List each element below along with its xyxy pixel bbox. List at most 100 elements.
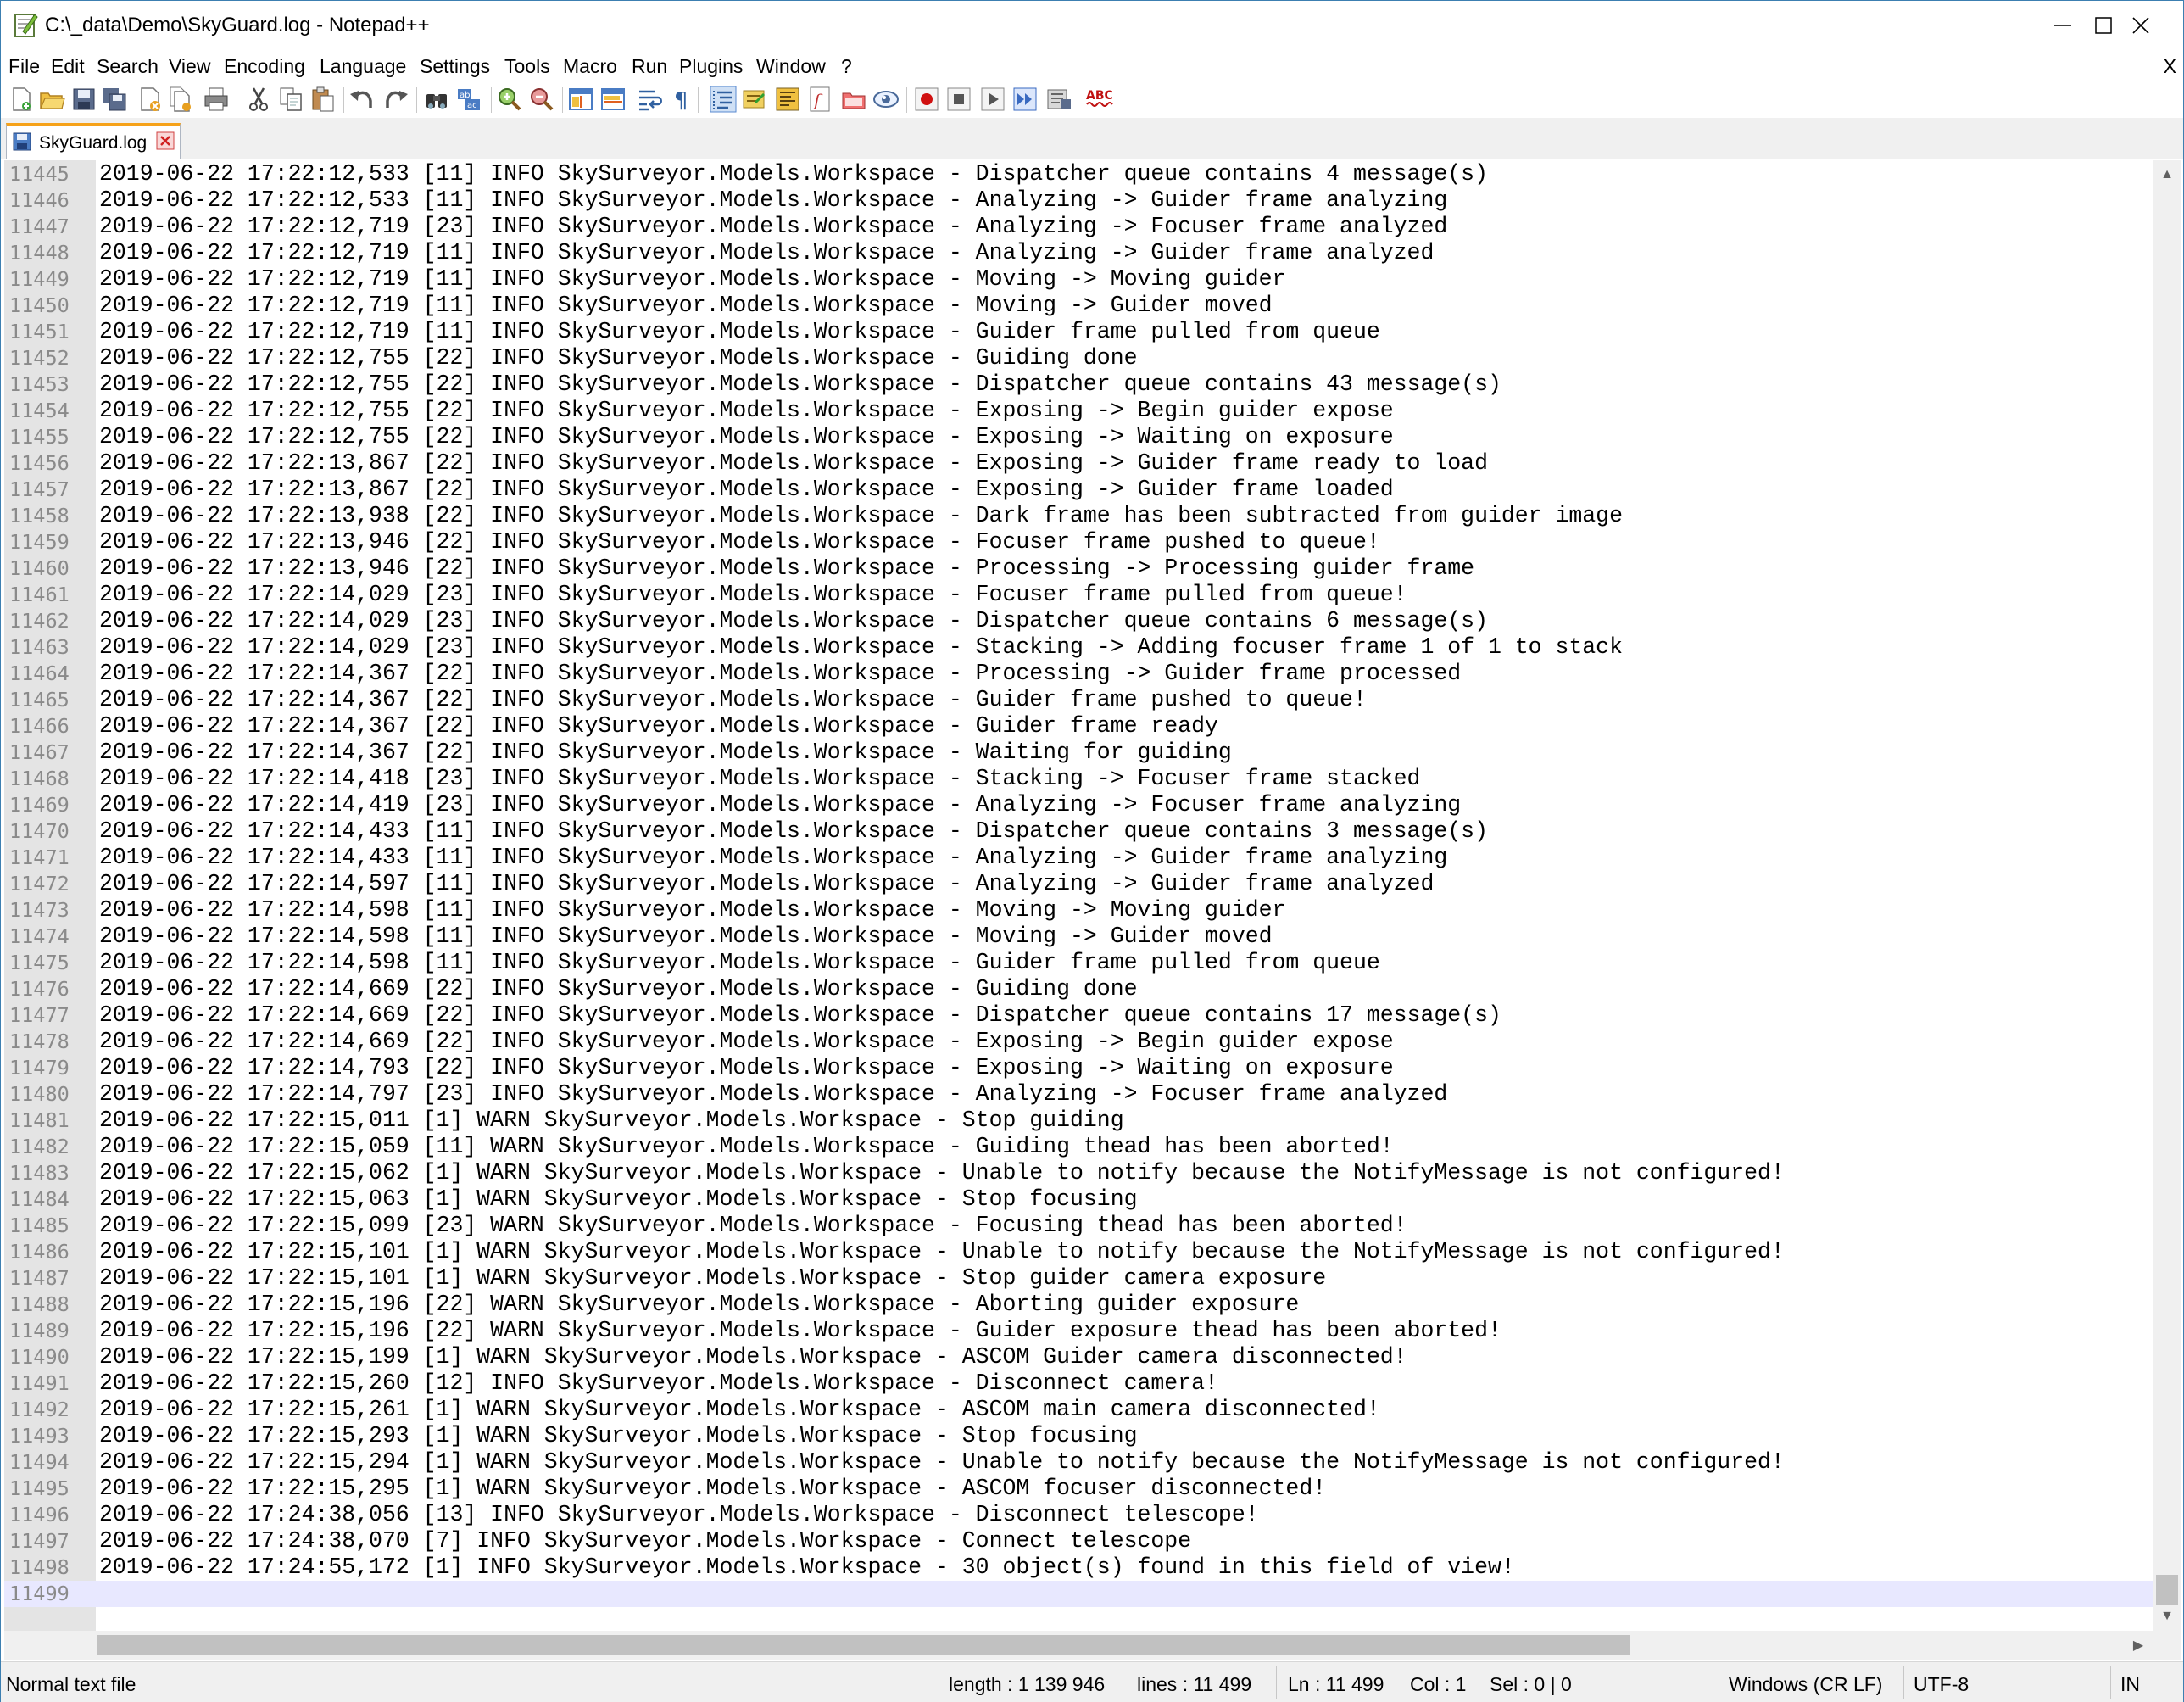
editor-line[interactable]: 11477 2019-06-22 17:22:14,669 [22] INFO S… xyxy=(4,1002,2153,1029)
line-text[interactable]: 2019-06-22 17:22:13,946 [22] INFO SkySur… xyxy=(99,556,1474,581)
vertical-scrollbar[interactable]: ▲ ▼ xyxy=(2153,160,2181,1631)
editor-line[interactable]: 11447 2019-06-22 17:22:12,719 [23] INFO S… xyxy=(4,214,2153,240)
line-text[interactable]: 2019-06-22 17:22:15,059 [11] WARN SkySur… xyxy=(99,1135,1394,1159)
editor-line[interactable]: 11462 2019-06-22 17:22:14,029 [23] INFO S… xyxy=(4,608,2153,634)
vertical-scroll-thumb[interactable] xyxy=(2156,1575,2178,1605)
line-text[interactable]: 2019-06-22 17:22:14,597 [11] INFO SkySur… xyxy=(99,872,1434,896)
line-text[interactable]: 2019-06-22 17:22:14,367 [22] INFO SkySur… xyxy=(99,688,1367,712)
redo-icon[interactable] xyxy=(382,86,410,113)
line-text[interactable]: 2019-06-22 17:24:55,172 [1] INFO SkySurv… xyxy=(99,1555,1515,1580)
line-text[interactable]: 2019-06-22 17:22:14,029 [23] INFO SkySur… xyxy=(99,635,1623,660)
line-text[interactable]: 2019-06-22 17:22:15,101 [1] WARN SkySurv… xyxy=(99,1266,1326,1291)
editor-line[interactable]: 11463 2019-06-22 17:22:14,029 [23] INFO S… xyxy=(4,634,2153,661)
line-text[interactable]: 2019-06-22 17:22:14,367 [22] INFO SkySur… xyxy=(99,661,1461,686)
editor-line[interactable]: 11458 2019-06-22 17:22:13,938 [22] INFO S… xyxy=(4,503,2153,529)
scroll-down-button[interactable]: ▼ xyxy=(2153,1602,2181,1631)
word-wrap-icon[interactable] xyxy=(637,86,664,113)
line-text[interactable]: 2019-06-22 17:22:15,062 [1] WARN SkySurv… xyxy=(99,1161,1785,1186)
editor-line[interactable]: 11482 2019-06-22 17:22:15,059 [11] WARN S… xyxy=(4,1134,2153,1160)
editor-line[interactable]: 11460 2019-06-22 17:22:13,946 [22] INFO S… xyxy=(4,555,2153,582)
editor-line[interactable]: 11479 2019-06-22 17:22:14,793 [22] INFO S… xyxy=(4,1055,2153,1081)
menu-settings[interactable]: Settings xyxy=(420,54,490,78)
line-text[interactable]: 2019-06-22 17:22:15,196 [22] WARN SkySur… xyxy=(99,1292,1299,1317)
editor-line[interactable]: 11452 2019-06-22 17:22:12,755 [22] INFO S… xyxy=(4,345,2153,371)
editor-line[interactable]: 11454 2019-06-22 17:22:12,755 [22] INFO S… xyxy=(4,398,2153,424)
line-text[interactable]: 2019-06-22 17:22:12,719 [11] INFO SkySur… xyxy=(99,241,1434,265)
editor-line[interactable]: 11471 2019-06-22 17:22:14,433 [11] INFO S… xyxy=(4,845,2153,871)
menu-window[interactable]: Window xyxy=(756,54,826,78)
document-map-icon[interactable] xyxy=(774,86,801,113)
editor-line[interactable]: 11489 2019-06-22 17:22:15,196 [22] WARN S… xyxy=(4,1318,2153,1344)
line-text[interactable]: 2019-06-22 17:22:12,719 [11] INFO SkySur… xyxy=(99,293,1273,318)
paste-icon[interactable] xyxy=(309,86,337,113)
editor-line[interactable]: 11468 2019-06-22 17:22:14,418 [23] INFO S… xyxy=(4,766,2153,792)
run-macro-multiple-icon[interactable] xyxy=(1011,86,1039,113)
line-text[interactable]: 2019-06-22 17:22:15,199 [1] WARN SkySurv… xyxy=(99,1345,1407,1370)
menu-help[interactable]: ? xyxy=(841,54,852,78)
sync-vertical-icon[interactable] xyxy=(567,86,594,113)
zoom-in-icon[interactable] xyxy=(496,86,523,113)
editor-line[interactable]: 11487 2019-06-22 17:22:15,101 [1] WARN Sk… xyxy=(4,1265,2153,1292)
editor-line[interactable]: 11499 xyxy=(4,1581,2153,1607)
editor-line[interactable]: 11453 2019-06-22 17:22:12,755 [22] INFO S… xyxy=(4,371,2153,398)
editor-line[interactable]: 11459 2019-06-22 17:22:13,946 [22] INFO S… xyxy=(4,529,2153,555)
replace-icon[interactable]: abac xyxy=(455,86,482,113)
line-text[interactable]: 2019-06-22 17:22:12,719 [11] INFO SkySur… xyxy=(99,320,1380,344)
editor-line[interactable]: 11451 2019-06-22 17:22:12,719 [11] INFO S… xyxy=(4,319,2153,345)
editor-line[interactable]: 11455 2019-06-22 17:22:12,755 [22] INFO S… xyxy=(4,424,2153,450)
undo-icon[interactable] xyxy=(348,86,376,113)
save-macro-icon[interactable] xyxy=(1045,86,1072,113)
editor-line[interactable]: 11478 2019-06-22 17:22:14,669 [22] INFO S… xyxy=(4,1029,2153,1055)
close-document-button[interactable]: X xyxy=(2164,54,2176,78)
horizontal-scrollbar[interactable]: ▶ xyxy=(4,1631,2153,1660)
title-bar[interactable]: C:\_data\Demo\SkyGuard.log - Notepad++ xyxy=(1,1,2183,50)
editor-line[interactable]: 11484 2019-06-22 17:22:15,063 [1] WARN Sk… xyxy=(4,1186,2153,1213)
editor-line[interactable]: 11469 2019-06-22 17:22:14,419 [23] INFO S… xyxy=(4,792,2153,818)
editor-line[interactable]: 11490 2019-06-22 17:22:15,199 [1] WARN Sk… xyxy=(4,1344,2153,1370)
editor-line[interactable]: 11480 2019-06-22 17:22:14,797 [23] INFO S… xyxy=(4,1081,2153,1108)
line-text[interactable]: 2019-06-22 17:22:15,011 [1] WARN SkySurv… xyxy=(99,1108,1124,1133)
save-all-icon[interactable] xyxy=(101,86,128,113)
editor-line[interactable]: 11473 2019-06-22 17:22:14,598 [11] INFO S… xyxy=(4,897,2153,924)
sync-horizontal-icon[interactable] xyxy=(599,86,627,113)
zoom-out-icon[interactable] xyxy=(528,86,555,113)
editor-line[interactable]: 11470 2019-06-22 17:22:14,433 [11] INFO S… xyxy=(4,818,2153,845)
editor-line[interactable]: 11488 2019-06-22 17:22:15,196 [22] WARN S… xyxy=(4,1292,2153,1318)
language-icon[interactable] xyxy=(740,86,767,113)
close-file-icon[interactable] xyxy=(136,86,164,113)
editor-line[interactable]: 11486 2019-06-22 17:22:15,101 [1] WARN Sk… xyxy=(4,1239,2153,1265)
line-text[interactable]: 2019-06-22 17:22:12,755 [22] INFO SkySur… xyxy=(99,399,1394,423)
text-editor[interactable]: 11445 2019-06-22 17:22:12,533 [11] INFO S… xyxy=(4,160,2153,1631)
line-text[interactable]: 2019-06-22 17:22:15,260 [12] INFO SkySur… xyxy=(99,1371,1218,1396)
stop-record-icon[interactable] xyxy=(945,86,972,113)
line-text[interactable]: 2019-06-22 17:22:14,433 [11] INFO SkySur… xyxy=(99,845,1447,870)
print-icon[interactable] xyxy=(203,86,230,113)
editor-line[interactable]: 11457 2019-06-22 17:22:13,867 [22] INFO S… xyxy=(4,477,2153,503)
editor-line[interactable]: 11464 2019-06-22 17:22:14,367 [22] INFO S… xyxy=(4,661,2153,687)
record-macro-icon[interactable] xyxy=(913,86,940,113)
line-text[interactable]: 2019-06-22 17:22:12,755 [22] INFO SkySur… xyxy=(99,372,1502,397)
play-macro-icon[interactable] xyxy=(979,86,1006,113)
status-insert-mode[interactable]: IN xyxy=(2120,1672,2140,1696)
line-text[interactable]: 2019-06-22 17:22:12,533 [11] INFO SkySur… xyxy=(99,188,1447,213)
editor-line[interactable]: 11472 2019-06-22 17:22:14,597 [11] INFO S… xyxy=(4,871,2153,897)
editor-line[interactable]: 11498 2019-06-22 17:24:55,172 [1] INFO Sk… xyxy=(4,1554,2153,1581)
folder-as-workspace-icon[interactable] xyxy=(840,86,867,113)
line-text[interactable]: 2019-06-22 17:22:14,598 [11] INFO SkySur… xyxy=(99,898,1285,923)
line-text[interactable]: 2019-06-22 17:22:14,029 [23] INFO SkySur… xyxy=(99,583,1407,607)
editor-line[interactable]: 11497 2019-06-22 17:24:38,070 [7] INFO Sk… xyxy=(4,1528,2153,1554)
line-text[interactable]: 2019-06-22 17:22:14,419 [23] INFO SkySur… xyxy=(99,793,1461,818)
spell-check-icon[interactable]: ABC xyxy=(1084,86,1115,113)
editor-line[interactable]: 11481 2019-06-22 17:22:15,011 [1] WARN Sk… xyxy=(4,1108,2153,1134)
editor-line[interactable]: 11449 2019-06-22 17:22:12,719 [11] INFO S… xyxy=(4,266,2153,293)
menu-edit[interactable]: Edit xyxy=(51,54,85,78)
close-all-icon[interactable] xyxy=(167,86,194,113)
editor-line[interactable]: 11476 2019-06-22 17:22:14,669 [22] INFO S… xyxy=(4,976,2153,1002)
editor-line[interactable]: 11450 2019-06-22 17:22:12,719 [11] INFO S… xyxy=(4,293,2153,319)
save-icon[interactable] xyxy=(70,86,98,113)
line-text[interactable]: 2019-06-22 17:24:38,070 [7] INFO SkySurv… xyxy=(99,1529,1191,1554)
tab-close-icon[interactable] xyxy=(156,131,175,150)
menu-plugins[interactable]: Plugins xyxy=(679,54,743,78)
editor-line[interactable]: 11496 2019-06-22 17:24:38,056 [13] INFO S… xyxy=(4,1502,2153,1528)
editor-line[interactable]: 11491 2019-06-22 17:22:15,260 [12] INFO S… xyxy=(4,1370,2153,1397)
